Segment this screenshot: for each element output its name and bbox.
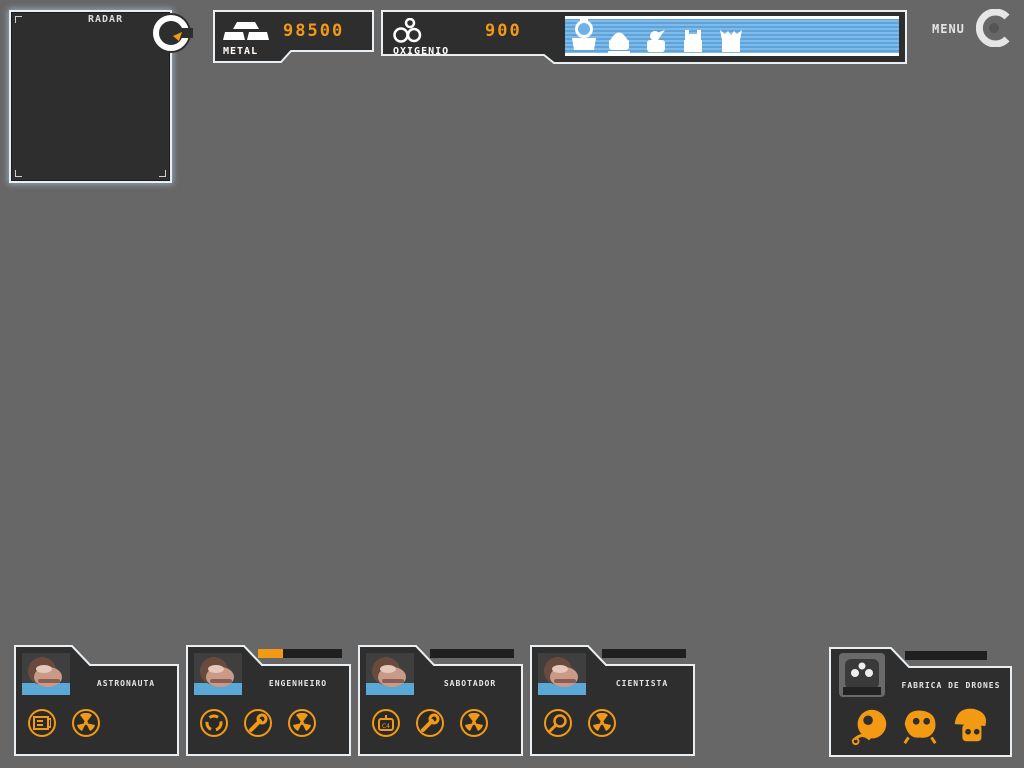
svg-text:C4: C4 xyxy=(382,723,390,730)
metal-panel: METAL 98500 xyxy=(213,10,375,66)
drone-factory-portrait xyxy=(839,653,885,697)
astronaut-unit-icon xyxy=(569,18,599,52)
menu-button-icon[interactable] xyxy=(976,9,1012,47)
metal-value: 98500 xyxy=(283,21,345,41)
drone-factory-progress xyxy=(905,651,987,660)
character-name: ENGENHEIRO xyxy=(268,679,328,688)
c4-bomb-icon[interactable]: C4 xyxy=(372,709,400,737)
character-progress-fill xyxy=(258,649,284,658)
character-progress-bar xyxy=(602,649,686,658)
drone-mushroom-icon[interactable] xyxy=(949,705,991,747)
drone-factory-card[interactable]: FABRICA DE DRONES xyxy=(829,647,1013,758)
bird-unit-icon xyxy=(643,28,669,54)
character-name: ASTRONAUTA xyxy=(96,679,156,688)
character-portrait xyxy=(538,653,586,695)
crab-unit-icon xyxy=(717,28,745,54)
radiation-icon[interactable] xyxy=(588,709,616,737)
badge-icon[interactable] xyxy=(28,709,56,737)
wrench-icon[interactable] xyxy=(244,709,272,737)
character-name: CIENTISTA xyxy=(615,679,669,688)
character-progress-bar xyxy=(258,649,342,658)
oxygen-value: 900 xyxy=(485,21,522,41)
menu-label[interactable]: MENU xyxy=(932,22,965,36)
radar-label: RADAR xyxy=(88,14,124,25)
oxygen-label: OXIGENIO xyxy=(393,46,450,57)
character-card-1[interactable]: ASTRONAUTA xyxy=(14,645,180,758)
character-progress-bar xyxy=(430,649,514,658)
drone-blob-icon[interactable] xyxy=(849,705,891,747)
radar-panel[interactable] xyxy=(9,10,172,183)
character-portrait xyxy=(194,653,242,695)
character-portrait xyxy=(366,653,414,695)
character-card-3[interactable]: SABOTADOR C4 xyxy=(358,645,524,758)
character-portrait xyxy=(22,653,70,695)
radiation-icon[interactable] xyxy=(72,709,100,737)
oxygen-panel: OXIGENIO 900 xyxy=(381,10,908,66)
radiation-icon[interactable] xyxy=(460,709,488,737)
magnifier-icon[interactable] xyxy=(544,709,572,737)
drone-factory-label: FABRICA DE DRONES xyxy=(901,681,1001,690)
radiation-icon[interactable] xyxy=(288,709,316,737)
recycle-icon[interactable] xyxy=(200,709,228,737)
robot-unit-icon xyxy=(680,28,706,54)
character-name: SABOTADOR xyxy=(443,679,497,688)
wrench-icon[interactable] xyxy=(416,709,444,737)
radar-toggle-icon[interactable] xyxy=(149,11,193,55)
oxygen-icon xyxy=(393,18,423,44)
alien-unit-icon xyxy=(606,28,632,54)
character-card-4[interactable]: CIENTISTA xyxy=(530,645,696,758)
oxygen-bar xyxy=(565,16,899,56)
metal-icon xyxy=(223,21,269,41)
drone-crab-icon[interactable] xyxy=(899,705,941,747)
character-card-2[interactable]: ENGENHEIRO xyxy=(186,645,352,758)
metal-label: METAL xyxy=(223,46,259,57)
